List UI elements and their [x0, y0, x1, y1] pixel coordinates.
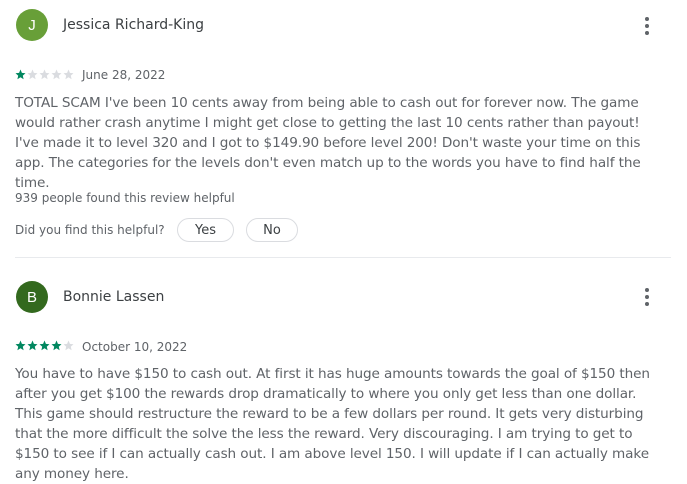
star-filled-icon — [15, 340, 26, 351]
more-options-button[interactable] — [636, 286, 658, 308]
review-date: October 10, 2022 — [82, 340, 188, 354]
star-filled-icon — [27, 340, 38, 351]
star-filled-icon — [51, 340, 62, 351]
review-author: Bonnie Lassen — [63, 289, 165, 305]
star-rating — [15, 69, 74, 80]
no-button[interactable]: No — [246, 218, 298, 242]
more-options-button[interactable] — [636, 15, 658, 37]
star-rating — [15, 340, 74, 351]
star-empty-icon — [63, 69, 74, 80]
review-text: TOTAL SCAM I've been 10 cents away from … — [15, 95, 641, 191]
divider — [15, 257, 671, 258]
review-date: June 28, 2022 — [82, 68, 166, 82]
helpful-question: Did you find this helpful? — [15, 223, 165, 237]
more-vert-icon — [645, 288, 649, 306]
review-author: Jessica Richard-King — [63, 17, 204, 33]
star-filled-icon — [15, 69, 26, 80]
star-empty-icon — [39, 69, 50, 80]
star-empty-icon — [51, 69, 62, 80]
star-empty-icon — [27, 69, 38, 80]
avatar: B — [16, 281, 48, 313]
more-vert-icon — [645, 17, 649, 35]
yes-button[interactable]: Yes — [177, 218, 234, 242]
review-text: You have to have $150 to cash out. At fi… — [15, 366, 650, 482]
star-empty-icon — [63, 340, 74, 351]
avatar: J — [16, 9, 48, 41]
helpful-count: 939 people found this review helpful — [15, 191, 235, 205]
star-filled-icon — [39, 340, 50, 351]
